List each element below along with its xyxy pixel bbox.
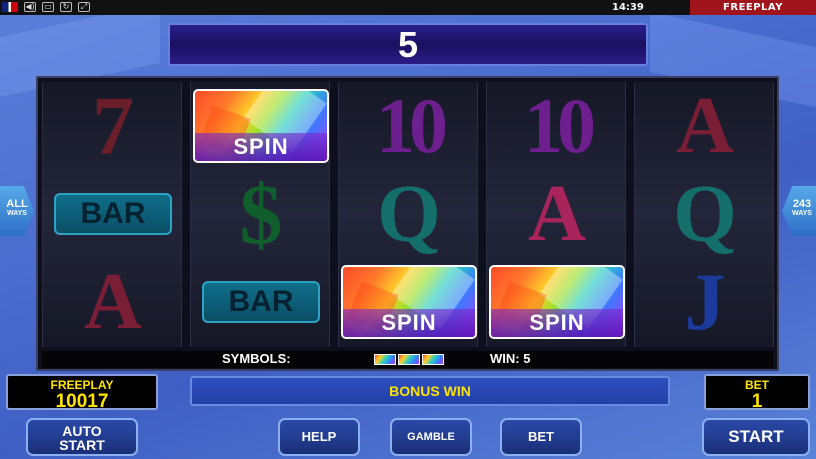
ten-symbol: 10 [524,82,596,169]
mini-spin-icon [398,354,420,365]
ten-symbol: 10 [376,82,448,169]
mini-spin-icon [374,354,396,365]
status-bar: ◀) ▭ ↻ ⤢ 14:39 FREEPLAY [0,0,816,15]
bar-symbol: BAR [54,193,172,235]
spin-scatter-symbol: SPIN [193,89,329,163]
Q-symbol: Q [377,168,441,259]
win-amount-display: 5 [168,23,648,66]
info-strip: SYMBOLS: WIN: 5 [42,351,773,368]
reel-symbol: A [635,82,773,170]
auto-start-button[interactable]: AUTO START [26,418,138,456]
reel-2: SPIN $ BAR [190,82,330,347]
refresh-icon[interactable]: ↻ [60,2,72,12]
reel-symbol: A [43,257,181,346]
bet-panel: BET 1 [704,374,810,412]
reel-symbol: 10 [339,82,477,170]
reel-symbol: Q [339,168,477,259]
bet-button[interactable]: BET [500,418,582,456]
Q-symbol: Q [673,168,737,259]
reel-4: 10 A SPIN [486,82,626,347]
freeplay-caption: FREEPLAY [50,378,114,392]
reel-symbol: J [635,256,773,347]
mode-tab: FREEPLAY [690,0,816,15]
reels-frame: 7 BAR A SPIN $ BAR 10 Q SPIN 10 A SPIN A Q J SYMBOLS: … [36,76,779,371]
freeplay-value: 10017 [55,391,109,412]
reel-symbol: A [487,169,625,258]
seven-symbol: 7 [92,82,134,173]
spin-label: SPIN [343,309,475,337]
bar-symbol: BAR [202,281,320,323]
ways-indicator-left: ALL WAYS [0,186,34,236]
clock: 14:39 [612,2,644,13]
message-bar: BONUS WIN [190,376,670,406]
spin-scatter-symbol: SPIN [341,265,477,339]
uk-flag-icon[interactable] [2,2,18,12]
spin-label: SPIN [491,309,623,337]
A-pink-symbol: A [528,169,586,258]
window-icon[interactable]: ▭ [42,2,54,12]
win-label: WIN: 5 [490,351,531,366]
spin-label: SPIN [195,133,327,161]
reel-symbol: 7 [43,82,181,173]
reel-symbol: SPIN [191,82,329,170]
reel-5: AQJ [634,82,774,347]
freeplay-credit-panel: FREEPLAY 10017 [6,374,158,412]
dollar-symbol: $ [239,166,283,262]
reel-symbol: SPIN [487,258,625,346]
reel-symbol: 10 [487,82,625,170]
reel-symbol: $ [191,166,329,262]
A-red-symbol: A [84,257,142,346]
reel-symbol: BAR [191,258,329,346]
help-button[interactable]: HELP [278,418,360,456]
bet-caption: BET [745,378,769,392]
gamble-button[interactable]: GAMBLE [390,418,472,456]
J-symbol: J [684,256,726,347]
spin-scatter-symbol: SPIN [489,265,625,339]
reel-symbol: SPIN [339,258,477,346]
sound-icon[interactable]: ◀) [24,2,36,12]
reel-symbol: BAR [43,170,181,258]
reel-3: 10 Q SPIN [338,82,478,347]
reel-1: 7 BAR A [42,82,182,347]
start-button[interactable]: START [702,418,810,456]
reel-symbol: Q [635,168,773,259]
A-red-symbol: A [676,82,734,170]
symbols-label: SYMBOLS: [222,351,291,366]
bet-value: 1 [751,391,763,412]
mini-spin-icon [422,354,444,365]
fullscreen-icon[interactable]: ⤢ [78,2,90,12]
ways-indicator-right: 243 WAYS [782,186,816,236]
